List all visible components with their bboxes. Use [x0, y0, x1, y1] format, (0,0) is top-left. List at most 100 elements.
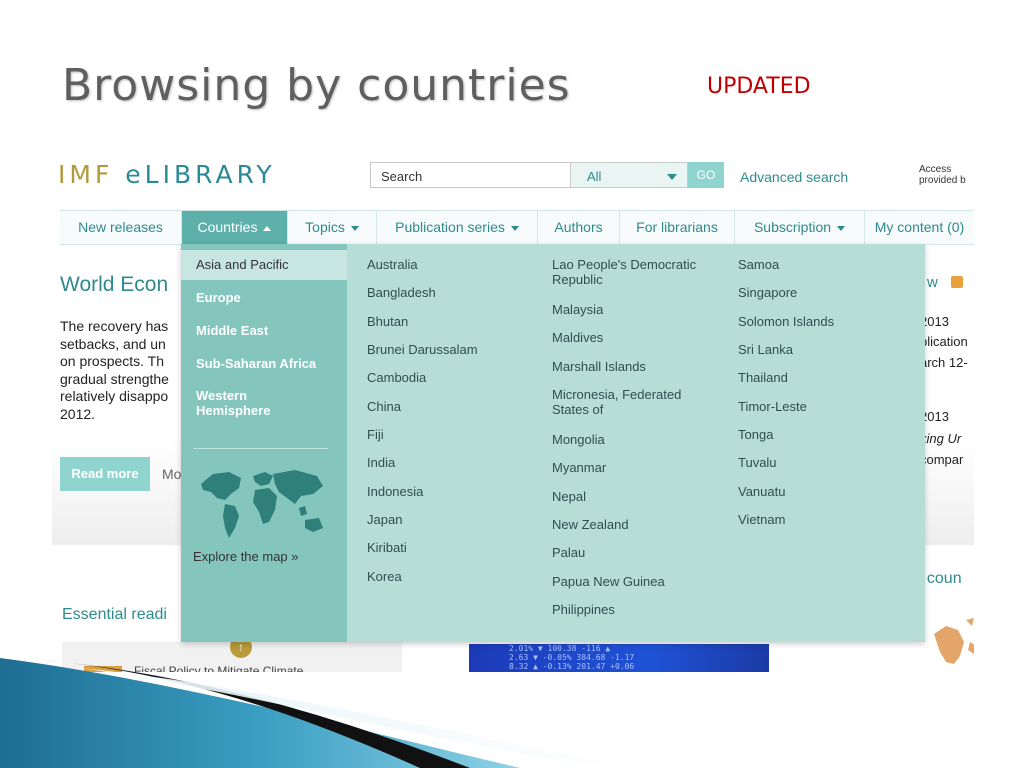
search-input[interactable]: Search [370, 162, 570, 188]
country-link[interactable]: Sri Lanka [738, 342, 793, 357]
country-label-line: Micronesia, Federated [552, 387, 682, 402]
article-line: gradual strengthe [60, 370, 169, 387]
article-line: 2012. [60, 405, 96, 422]
nav-label: Topics [305, 219, 345, 235]
country-link[interactable]: Vietnam [738, 512, 785, 527]
search-scope-select[interactable]: All [570, 162, 688, 188]
access-provided-note: Access provided b [919, 164, 966, 186]
chevron-down-icon [667, 174, 677, 180]
world-map-icon[interactable] [195, 466, 329, 544]
country-link[interactable]: Japan [367, 512, 402, 527]
country-label-line: Lao People's Democratic [552, 257, 697, 272]
country-label-line: Republic [552, 272, 603, 287]
updated-badge: UPDATED [707, 74, 811, 99]
country-link[interactable]: Fiji [367, 427, 384, 442]
country-link[interactable]: Marshall Islands [552, 359, 646, 374]
right-text-fragment: plication [920, 334, 968, 349]
go-button[interactable]: GO [688, 162, 724, 188]
logo-elibrary-text: eLIBRARY [125, 160, 276, 189]
article-line: on prospects. Th [60, 353, 165, 369]
region-sub-saharan-africa[interactable]: Sub-Saharan Africa [181, 356, 347, 371]
country-link[interactable]: Maldives [552, 330, 603, 345]
country-link[interactable]: Cambodia [367, 370, 426, 385]
nav-label: Countries [197, 219, 258, 235]
article-line: The recovery has [60, 318, 169, 334]
nav-label: Subscription [753, 219, 832, 235]
nav-subscription[interactable]: Subscription [734, 211, 864, 244]
region-label-line: Western [196, 388, 248, 403]
country-link[interactable]: Papua New Guinea [552, 574, 665, 589]
logo-imf-text: IMF [58, 160, 114, 189]
region-asia-pacific[interactable]: Asia and Pacific [181, 250, 347, 280]
access-line-1: Access [919, 164, 952, 175]
right-text-fragment: compar [920, 452, 964, 467]
country-link[interactable]: Korea [367, 569, 402, 584]
nav-publication-series[interactable]: Publication series [376, 211, 537, 244]
country-link[interactable]: Tuvalu [738, 455, 777, 470]
country-link[interactable]: Lao People's Democratic Republic [552, 257, 696, 287]
country-link[interactable]: Myanmar [552, 460, 606, 475]
advanced-search-link[interactable]: Advanced search [740, 169, 848, 185]
nav-topics[interactable]: Topics [287, 211, 376, 244]
country-link[interactable]: Bhutan [367, 314, 408, 329]
country-link[interactable]: Tonga [738, 427, 773, 442]
nav-label: Publication series [395, 219, 505, 235]
nav-label: For librarians [636, 219, 718, 235]
explore-map-link[interactable]: Explore the map » [193, 549, 299, 564]
country-link[interactable]: Micronesia, Federated States of [552, 387, 681, 417]
country-link[interactable]: Thailand [738, 370, 788, 385]
right-text-fragment: king Ur [920, 431, 962, 446]
chevron-up-icon [263, 225, 272, 231]
read-more-button[interactable]: Read more [60, 457, 150, 491]
access-line-2: provided b [919, 175, 966, 186]
nav-my-content[interactable]: My content (0) [864, 211, 974, 244]
right-text-fragment: arch 12- [920, 355, 968, 370]
region-europe[interactable]: Europe [181, 290, 347, 305]
nav-authors[interactable]: Authors [537, 211, 619, 244]
region-middle-east[interactable]: Middle East [181, 323, 347, 338]
imf-elibrary-logo[interactable]: IMF eLIBRARY [58, 160, 276, 189]
countries-dropdown: Asia and Pacific Europe Middle East Sub-… [181, 244, 925, 642]
slide-title: Browsing by countries [62, 60, 571, 111]
region-label-line: Hemisphere [196, 403, 271, 418]
nav-label: New releases [78, 219, 163, 235]
featured-article-title[interactable]: World Econ [60, 273, 168, 297]
country-link[interactable]: Bangladesh [367, 285, 436, 300]
country-link[interactable]: Singapore [738, 285, 797, 300]
essential-reading-heading: Essential readi [62, 606, 167, 623]
country-link[interactable]: Samoa [738, 257, 779, 272]
region-western-hemisphere[interactable]: Western Hemisphere [181, 388, 347, 418]
imf-elibrary-screenshot: IMF eLIBRARY Search All GO Advanced sear… [52, 150, 974, 672]
more-link[interactable]: Mo [162, 466, 181, 482]
country-link[interactable]: Mongolia [552, 432, 605, 447]
country-link[interactable]: Palau [552, 545, 585, 560]
rss-icon[interactable] [951, 276, 963, 288]
nav-new-releases[interactable]: New releases [60, 211, 181, 244]
country-link[interactable]: Timor-Leste [738, 399, 807, 414]
decorative-swoosh [0, 658, 640, 768]
featured-article-text: The recovery has setbacks, and un on pro… [60, 318, 182, 423]
country-link[interactable]: Malaysia [552, 302, 603, 317]
country-link[interactable]: Philippines [552, 602, 615, 617]
country-label-line: States of [552, 402, 604, 417]
divider [193, 448, 328, 449]
chevron-down-icon [510, 225, 519, 231]
country-link[interactable]: New Zealand [552, 517, 629, 532]
chevron-down-icon [837, 225, 846, 231]
country-link[interactable]: Vanuatu [738, 484, 785, 499]
main-nav: New releases Countries Topics Publicatio… [60, 210, 974, 245]
country-link[interactable]: China [367, 399, 401, 414]
right-heading-fragment: w [927, 274, 938, 291]
country-link[interactable]: India [367, 455, 395, 470]
nav-label: Authors [554, 219, 603, 235]
chevron-down-icon [350, 225, 359, 231]
nav-for-librarians[interactable]: For librarians [619, 211, 734, 244]
country-link[interactable]: Australia [367, 257, 418, 272]
country-link[interactable]: Indonesia [367, 484, 423, 499]
nav-countries[interactable]: Countries [181, 211, 287, 244]
country-link[interactable]: Nepal [552, 489, 586, 504]
country-link[interactable]: Brunei Darussalam [367, 342, 478, 357]
country-link[interactable]: Solomon Islands [738, 314, 834, 329]
nav-label: My content (0) [874, 219, 965, 235]
country-link[interactable]: Kiribati [367, 540, 407, 555]
